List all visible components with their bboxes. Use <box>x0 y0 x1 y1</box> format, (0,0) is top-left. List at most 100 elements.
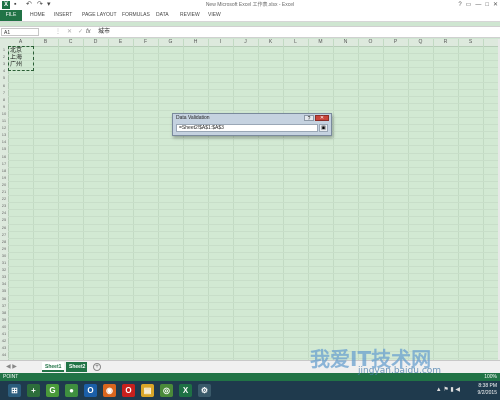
more-icon[interactable]: ⋮ <box>55 29 67 35</box>
row-header-4[interactable]: 4 <box>0 67 8 74</box>
row-header-1[interactable]: 1 <box>0 46 8 53</box>
taskbar-add-icon[interactable]: + <box>27 384 40 397</box>
column-header-n[interactable]: N <box>333 39 358 46</box>
column-header-h[interactable]: H <box>183 39 208 46</box>
row-header-14[interactable]: 14 <box>0 138 8 145</box>
system-tray[interactable]: ▲ ⚑ ▮ ◀ <box>436 387 460 394</box>
sheet-tab-sheet2[interactable]: Sheet2 <box>66 362 87 372</box>
row-header-16[interactable]: 16 <box>0 153 8 160</box>
taskbar-green-app-icon[interactable]: ● <box>65 384 78 397</box>
column-header-q[interactable]: Q <box>408 39 433 46</box>
row-header-42[interactable]: 42 <box>0 337 8 344</box>
row-header-44[interactable]: 44 <box>0 351 8 358</box>
tab-data[interactable]: DATA <box>156 12 169 19</box>
tab-insert[interactable]: INSERT <box>54 12 72 19</box>
row-header-43[interactable]: 43 <box>0 344 8 351</box>
new-sheet-button[interactable]: + <box>93 363 101 371</box>
row-header-13[interactable]: 13 <box>0 131 8 138</box>
row-header-11[interactable]: 11 <box>0 117 8 124</box>
taskbar-outlook-icon[interactable]: O <box>84 384 97 397</box>
row-header-7[interactable]: 7 <box>0 89 8 96</box>
column-header-g[interactable]: G <box>158 39 183 46</box>
row-header-37[interactable]: 37 <box>0 302 8 309</box>
row-header-29[interactable]: 29 <box>0 245 8 252</box>
column-header-p[interactable]: P <box>383 39 408 46</box>
row-header-27[interactable]: 27 <box>0 231 8 238</box>
dialog-close-button[interactable]: ✕ <box>315 115 329 121</box>
row-header-33[interactable]: 33 <box>0 273 8 280</box>
column-header-a[interactable]: A <box>8 39 33 46</box>
row-header-22[interactable]: 22 <box>0 195 8 202</box>
row-header-18[interactable]: 18 <box>0 167 8 174</box>
row-header-35[interactable]: 35 <box>0 287 8 294</box>
cancel-icon[interactable]: ✕ <box>67 29 78 35</box>
row-header-31[interactable]: 31 <box>0 259 8 266</box>
column-header-k[interactable]: K <box>258 39 283 46</box>
tab-view[interactable]: VIEW <box>208 12 221 19</box>
tab-formulas[interactable]: FORMULAS <box>122 12 150 19</box>
name-box[interactable]: A1 <box>1 28 39 36</box>
row-header-8[interactable]: 8 <box>0 96 8 103</box>
row-header-9[interactable]: 9 <box>0 103 8 110</box>
close-window-icon[interactable]: ✕ <box>493 1 498 9</box>
taskbar-opera-icon[interactable]: O <box>122 384 135 397</box>
tab-review[interactable]: REVIEW <box>180 12 200 19</box>
row-header-23[interactable]: 23 <box>0 202 8 209</box>
row-header-12[interactable]: 12 <box>0 124 8 131</box>
tab-file[interactable]: FILE <box>0 10 22 21</box>
sheet-tab-sheet1[interactable]: Sheet1 <box>42 362 64 372</box>
taskbar-start-icon[interactable]: ⊞ <box>8 384 21 397</box>
source-range-input[interactable]: =Sheet2!$A$1:$A$3 <box>176 124 318 132</box>
formula-input[interactable]: 城市 <box>98 28 110 36</box>
row-header-2[interactable]: 2 <box>0 53 8 60</box>
taskbar-chrome-icon[interactable]: ◎ <box>160 384 173 397</box>
row-header-21[interactable]: 21 <box>0 188 8 195</box>
row-header-5[interactable]: 5 <box>0 74 8 81</box>
taskbar-g-app-icon[interactable]: G <box>46 384 59 397</box>
row-header-34[interactable]: 34 <box>0 280 8 287</box>
column-header-r[interactable]: R <box>433 39 458 46</box>
column-header-f[interactable]: F <box>133 39 158 46</box>
row-header-25[interactable]: 25 <box>0 216 8 223</box>
row-header-24[interactable]: 24 <box>0 209 8 216</box>
tab-home[interactable]: HOME <box>30 12 45 19</box>
column-header-d[interactable]: D <box>83 39 108 46</box>
maximize-icon[interactable]: □ <box>485 1 489 9</box>
row-header-36[interactable]: 36 <box>0 295 8 302</box>
insert-function-icon[interactable]: fx <box>86 28 91 36</box>
taskbar-clock[interactable]: 8:38 PM 9/2/2015 <box>478 383 497 397</box>
taskbar-firefox-icon[interactable]: ◉ <box>103 384 116 397</box>
row-header-26[interactable]: 26 <box>0 224 8 231</box>
row-header-10[interactable]: 10 <box>0 110 8 117</box>
row-header-15[interactable]: 15 <box>0 145 8 152</box>
row-header-28[interactable]: 28 <box>0 238 8 245</box>
row-header-20[interactable]: 20 <box>0 181 8 188</box>
taskbar-network-icon[interactable]: ⚙ <box>198 384 211 397</box>
column-header-i[interactable]: I <box>208 39 233 46</box>
dialog-help-button[interactable]: ? <box>304 115 314 122</box>
ribbon-display-icon[interactable]: ▭ <box>466 1 472 9</box>
zoom-level[interactable]: 100% <box>484 373 497 381</box>
row-header-6[interactable]: 6 <box>0 82 8 89</box>
sheet-nav-arrows[interactable]: ◀ ▶ <box>6 363 17 371</box>
help-icon[interactable]: ? <box>458 1 461 9</box>
row-header-19[interactable]: 19 <box>0 174 8 181</box>
spreadsheet-grid[interactable]: ABCDEFGHIJKLMNOPQRS 1 2 3 4 5 6 7 8 9 10 11 12 13 14 1… <box>0 39 498 360</box>
row-header-41[interactable]: 41 <box>0 330 8 337</box>
row-header-3[interactable]: 3 <box>0 60 8 67</box>
row-header-38[interactable]: 38 <box>0 309 8 316</box>
taskbar-excel-icon[interactable]: X <box>179 384 192 397</box>
row-header-32[interactable]: 32 <box>0 266 8 273</box>
expand-dialog-icon[interactable]: ▣ <box>319 124 328 132</box>
tab-page-layout[interactable]: PAGE LAYOUT <box>82 12 117 19</box>
column-header-s[interactable]: S <box>458 39 483 46</box>
column-header-j[interactable]: J <box>233 39 258 46</box>
column-header-e[interactable]: E <box>108 39 133 46</box>
row-header-17[interactable]: 17 <box>0 160 8 167</box>
row-header-30[interactable]: 30 <box>0 252 8 259</box>
column-header-l[interactable]: L <box>283 39 308 46</box>
minimize-icon[interactable]: — <box>475 1 481 9</box>
column-header-c[interactable]: C <box>58 39 83 46</box>
taskbar-folder-icon[interactable]: ▤ <box>141 384 154 397</box>
column-header-b[interactable]: B <box>33 39 58 46</box>
